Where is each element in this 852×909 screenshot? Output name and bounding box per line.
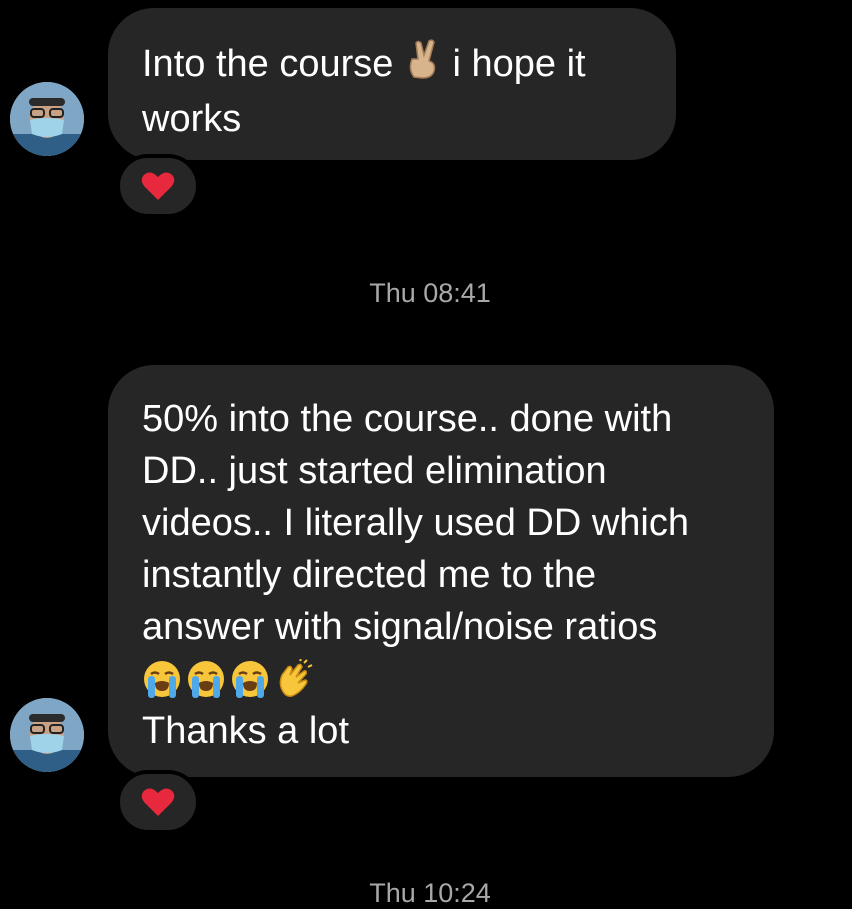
heart-icon — [141, 788, 175, 816]
avatar-photo-icon — [10, 82, 84, 156]
clapping-hands-emoji-icon — [279, 659, 313, 697]
message-text: Thanks a lot — [142, 710, 349, 752]
message-text: instantly directed me to the — [142, 554, 597, 596]
heart-icon — [141, 172, 175, 200]
message-text: answer with signal/noise ratios — [142, 606, 658, 648]
sender-avatar[interactable] — [10, 698, 84, 772]
message-text: DD.. just started elimination — [142, 450, 607, 492]
loudly-crying-emoji-icon — [188, 661, 224, 698]
loudly-crying-emoji-icon — [232, 661, 268, 698]
message-text: Into the course — [142, 43, 394, 85]
timestamp: Thu 10:24 — [369, 878, 491, 908]
message-bubble[interactable]: Into the course i hope it works — [108, 8, 676, 160]
message-text: i hope it — [452, 43, 586, 85]
message-text: 50% into the course.. done with — [142, 398, 673, 440]
message-bubble[interactable]: 50% into the course.. done with DD.. jus… — [108, 365, 774, 777]
timestamp: Thu 08:41 — [369, 278, 491, 308]
reaction-badge[interactable] — [116, 154, 200, 218]
loudly-crying-emoji-icon — [144, 661, 180, 698]
avatar-photo-icon — [10, 698, 84, 772]
message-text: works — [142, 97, 242, 140]
crossed-fingers-emoji-icon — [404, 39, 442, 93]
emoji-row — [142, 653, 740, 705]
sender-avatar[interactable] — [10, 82, 84, 156]
reaction-badge[interactable] — [116, 770, 200, 834]
message-text: videos.. I literally used DD which — [142, 502, 689, 544]
